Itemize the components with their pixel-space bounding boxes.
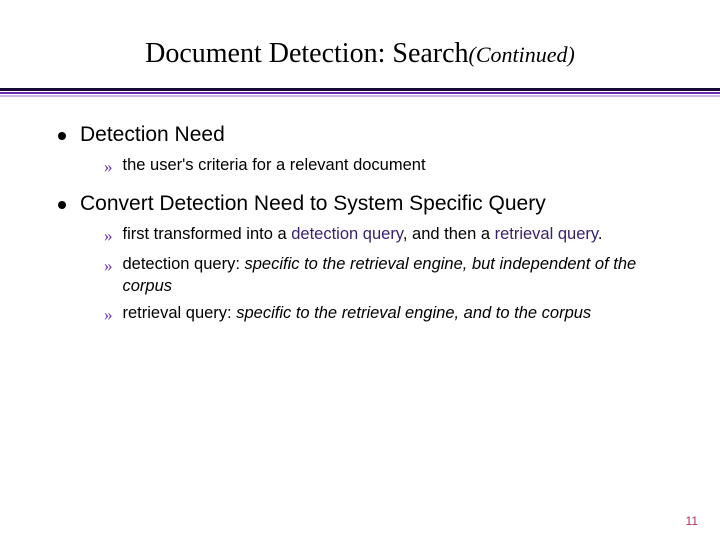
- bullet-dot-icon: [58, 201, 66, 209]
- title-main-text: Document Detection: Search: [145, 38, 468, 69]
- bullet-label: Convert Detection Need to System Specifi…: [80, 192, 546, 216]
- title-continued: (Continued): [469, 42, 575, 67]
- sub-bullet-item: » first transformed into a detection que…: [104, 224, 672, 247]
- sub-bullet-text: the user's criteria for a relevant docum…: [123, 155, 426, 177]
- slide-body: Detection Need » the user's criteria for…: [0, 97, 720, 327]
- sub-bullet-text: detection query: specific to the retriev…: [123, 254, 673, 298]
- raquo-icon: »: [104, 156, 113, 178]
- sub-bullet-item: » retrieval query: specific to the retri…: [104, 303, 672, 326]
- sub-bullet-text: first transformed into a detection query…: [123, 224, 603, 246]
- title-underline: [0, 88, 720, 97]
- sub-bullet-item: » detection query: specific to the retri…: [104, 254, 672, 298]
- raquo-icon: »: [104, 255, 113, 277]
- sub-bullet-item: » the user's criteria for a relevant doc…: [104, 155, 672, 178]
- bullet-item: Convert Detection Need to System Specifi…: [58, 192, 672, 326]
- sub-bullet-text: retrieval query: specific to the retriev…: [123, 303, 592, 325]
- bullet-label: Detection Need: [80, 123, 225, 147]
- bullet-item: Detection Need » the user's criteria for…: [58, 123, 672, 178]
- emphasis-term: retrieval query: [495, 225, 598, 243]
- raquo-icon: »: [104, 304, 113, 326]
- emphasis-term: detection query: [291, 225, 403, 243]
- page-number: 11: [686, 514, 698, 528]
- slide-title: Document Detection: Search(Continued): [0, 0, 720, 88]
- bullet-dot-icon: [58, 132, 66, 140]
- raquo-icon: »: [104, 225, 113, 247]
- italic-text: specific to the retrieval engine, and to…: [236, 304, 591, 322]
